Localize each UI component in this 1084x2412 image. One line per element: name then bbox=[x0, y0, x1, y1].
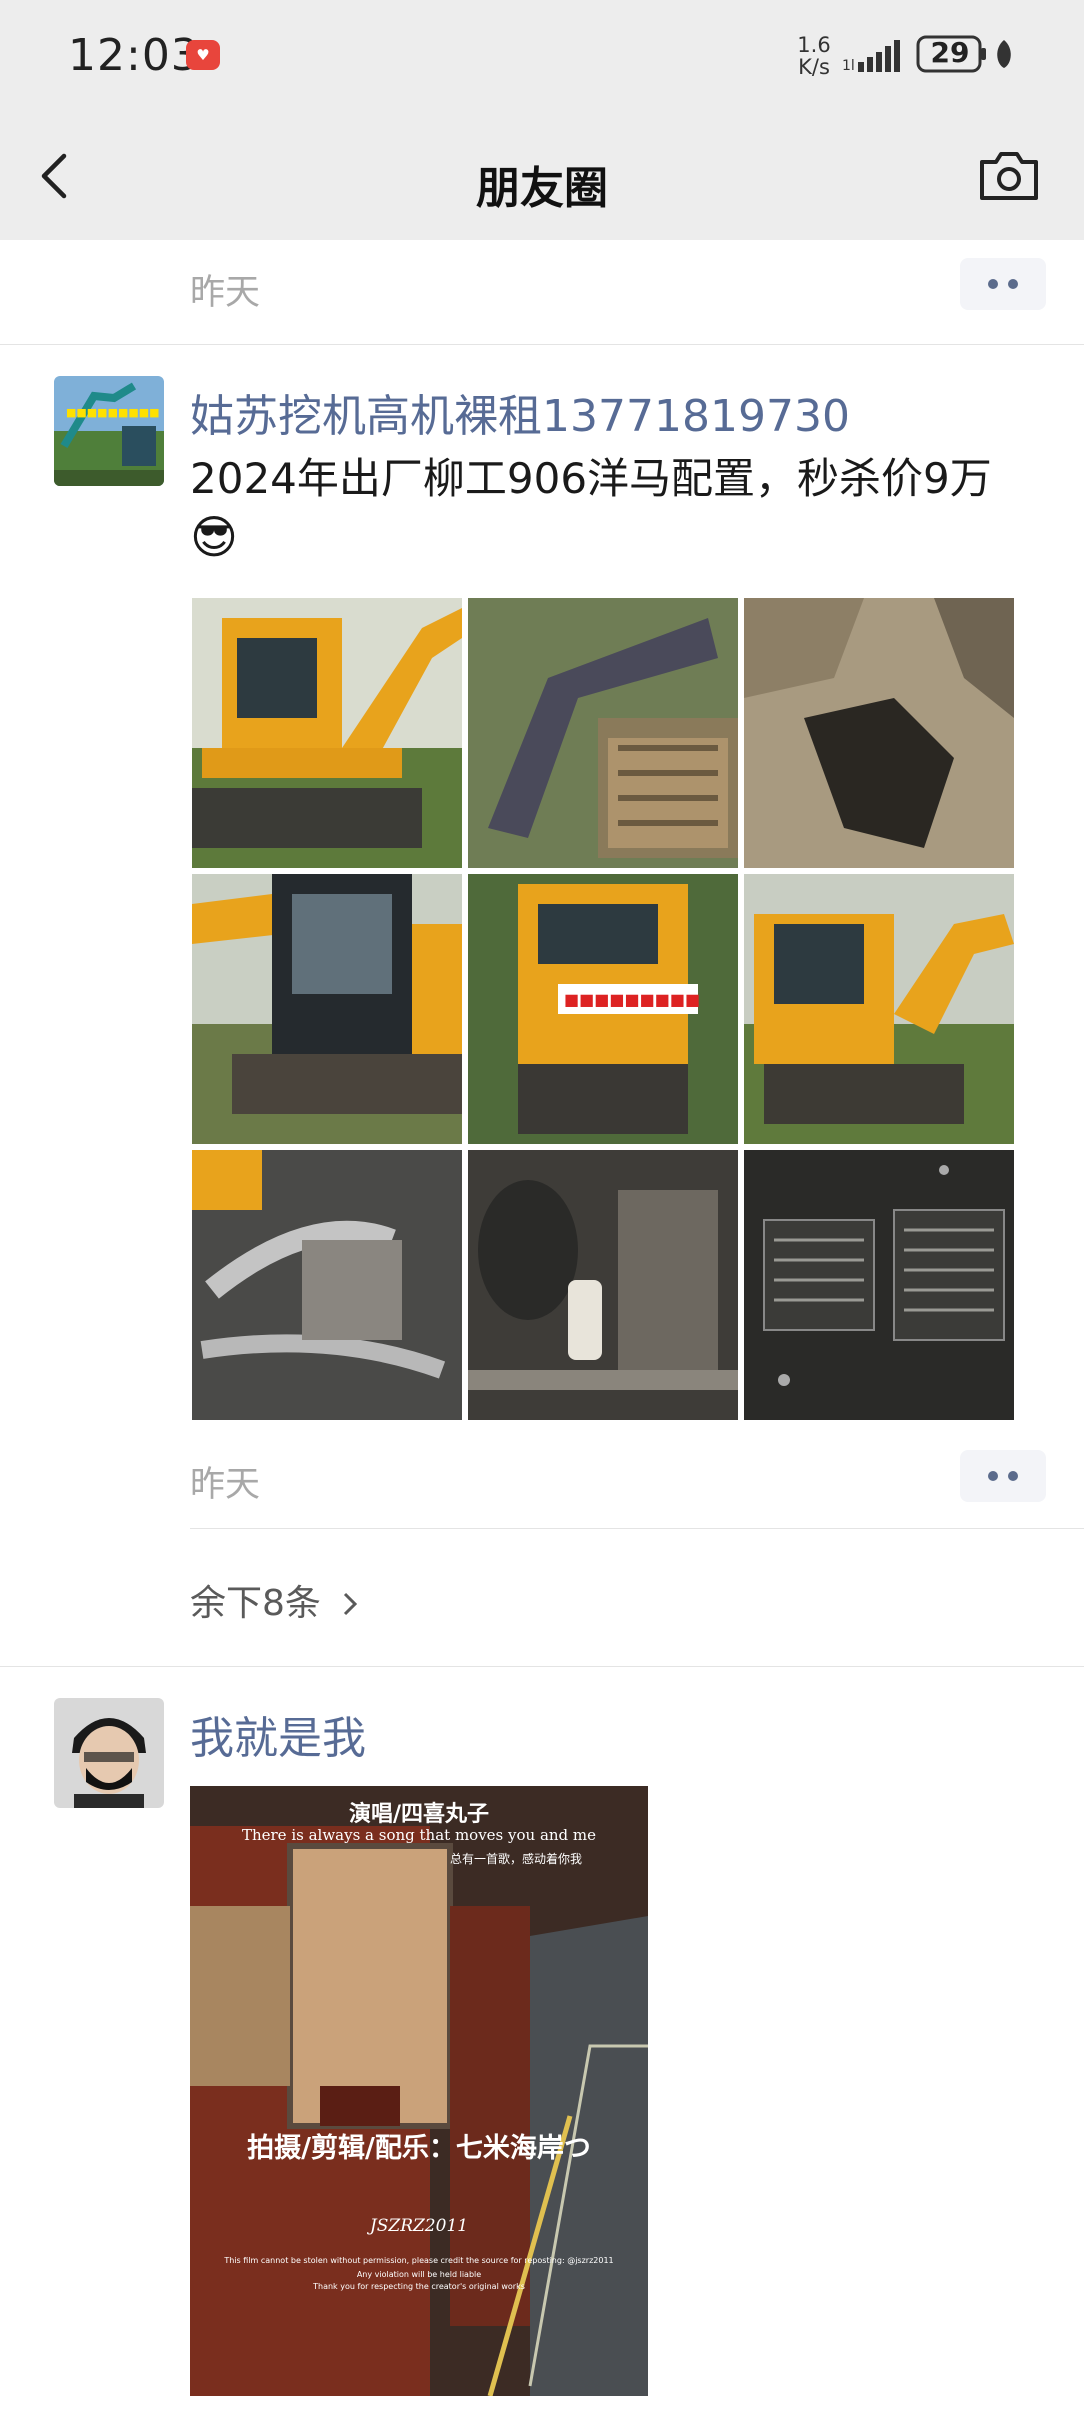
video-notice-3: Thank you for respecting the creator's o… bbox=[313, 2282, 525, 2291]
network-speed: 1.6 K/s bbox=[792, 34, 836, 78]
more-dot bbox=[988, 1471, 998, 1481]
video-signature: JSZRZ2011 bbox=[369, 2216, 469, 2236]
post-author[interactable]: 姑苏挖机高机裸租13771819730 bbox=[190, 380, 850, 444]
comment-like-button[interactable] bbox=[960, 1450, 1046, 1502]
post-photo-4[interactable] bbox=[192, 874, 462, 1144]
more-dot bbox=[1008, 1471, 1018, 1481]
video-notice-1: This film cannot be stolen without permi… bbox=[224, 2256, 614, 2265]
post-divider bbox=[0, 1666, 1084, 1667]
video-credit: 拍摄/剪辑/配乐：七米海岸つ bbox=[247, 2133, 591, 2164]
video-line3: 总有一首歌，感动着你我 bbox=[450, 1852, 583, 1866]
post-photo-1[interactable] bbox=[192, 598, 462, 868]
video-notice-2: Any violation will be held liable bbox=[356, 2270, 482, 2279]
svg-text:■■■■■■■■■: ■■■■■■■■■ bbox=[564, 990, 700, 1009]
more-dot bbox=[988, 279, 998, 289]
post-divider bbox=[0, 344, 1084, 345]
post-photo-6[interactable] bbox=[744, 874, 1014, 1144]
remaining-posts-link[interactable]: 余下8条 bbox=[190, 1574, 360, 1626]
post-photo-8[interactable] bbox=[468, 1150, 738, 1420]
signal-icon: 1l bbox=[842, 40, 900, 74]
page-title: 朋友圈 bbox=[476, 163, 608, 214]
battery-level: 29 bbox=[930, 36, 970, 69]
post-photo-2[interactable] bbox=[468, 598, 738, 868]
nav-bar: 朋友圈 bbox=[0, 112, 1084, 240]
post-author[interactable]: 我就是我 bbox=[190, 1702, 366, 1766]
more-dot bbox=[1008, 279, 1018, 289]
sunglasses-emoji-icon: 😎 bbox=[190, 510, 238, 564]
comment-like-button[interactable] bbox=[960, 258, 1046, 310]
remaining-posts-label: 余下8条 bbox=[190, 1583, 321, 1624]
post-time: 昨天 bbox=[190, 1465, 261, 1505]
post-photo-7[interactable] bbox=[192, 1150, 462, 1420]
post-photo-9[interactable] bbox=[744, 1150, 1014, 1420]
post-text: 2024年出厂柳工906洋马配置，秒杀价9万 😎 bbox=[190, 450, 1084, 568]
status-time: 12:03 bbox=[68, 30, 200, 81]
post-video[interactable]: 演唱/四喜丸子 There is always a song that move… bbox=[190, 1786, 648, 2396]
avatar[interactable] bbox=[54, 1698, 164, 1808]
post-photo-3[interactable] bbox=[744, 598, 1014, 868]
camera-icon[interactable] bbox=[978, 148, 1040, 204]
status-bar: 12:03 ♥ 1.6 K/s 1l 29 bbox=[0, 0, 1084, 112]
post-text-body: 2024年出厂柳工906洋马配置，秒杀价9万 bbox=[190, 454, 992, 503]
post-photo-5[interactable]: ■■■■■■■■■ bbox=[468, 874, 738, 1144]
post-inner-divider bbox=[190, 1528, 1084, 1529]
post-time: 昨天 bbox=[190, 273, 261, 313]
svg-text:1l: 1l bbox=[842, 58, 855, 74]
power-saving-leaf-icon bbox=[997, 40, 1011, 68]
video-line2: There is always a song that moves you an… bbox=[241, 1826, 597, 1844]
chevron-right-icon bbox=[344, 1592, 358, 1616]
network-speed-unit: K/s bbox=[798, 55, 830, 79]
svg-text:■■■■■■■■■: ■■■■■■■■■ bbox=[66, 406, 160, 419]
video-line1: 演唱/四喜丸子 bbox=[348, 1801, 490, 1827]
avatar[interactable]: ■■■■■■■■■ bbox=[54, 376, 164, 486]
app-notification-icon: ♥ bbox=[186, 40, 220, 70]
network-speed-value: 1.6 bbox=[797, 33, 831, 57]
